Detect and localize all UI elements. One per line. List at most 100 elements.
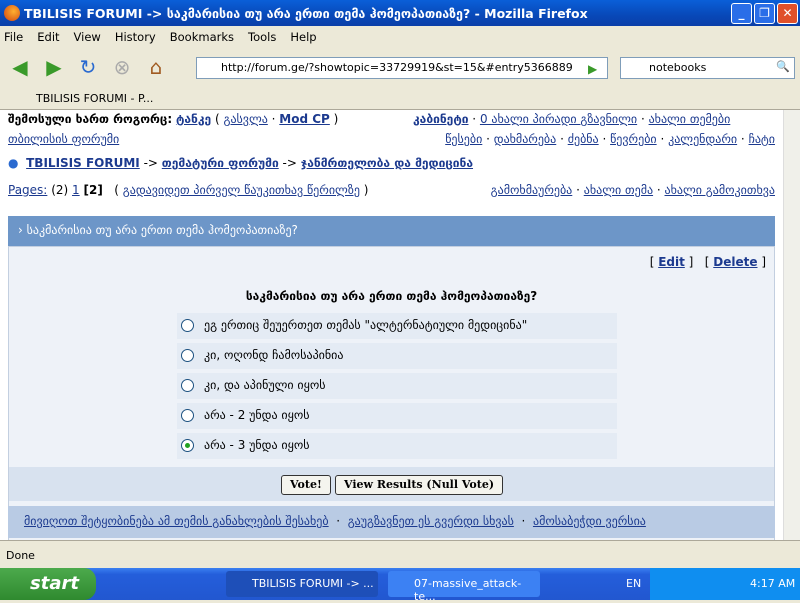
pm-link[interactable]: 0 ახალი პირადი გზავნილი xyxy=(480,112,637,126)
new-topic-link[interactable]: ახალი თემა xyxy=(584,183,653,197)
stop-icon[interactable]: ⊗ xyxy=(108,55,136,79)
pages-label[interactable]: Pages: xyxy=(8,183,47,197)
poll-question: საკმარისია თუ არა ერთი თემა ჰომეოპათიაზე… xyxy=(245,289,538,303)
calendar-link[interactable]: კალენდარი xyxy=(668,132,737,146)
modcp-link[interactable]: Mod CP xyxy=(279,112,330,126)
radio-button[interactable] xyxy=(181,349,194,362)
option-label: კი, ოღონდ ჩამოსაპინია xyxy=(204,348,344,362)
task-label: TBILISIS FORUMI -> ... xyxy=(252,577,374,590)
tab-forum[interactable]: TBILISIS FORUMI - P... xyxy=(36,92,153,105)
home-icon[interactable]: ⌂ xyxy=(142,55,170,79)
menu-file[interactable]: File xyxy=(4,30,23,44)
links-bar: თბილისის ფორუმი წესები · დახმარება · ძებ… xyxy=(8,132,775,146)
menu-bookmarks[interactable]: Bookmarks xyxy=(170,30,234,44)
search-link[interactable]: ძებნა xyxy=(568,132,599,146)
task-label: 07-massive_attack-te... xyxy=(414,577,522,603)
poll-option[interactable]: არა - 2 უნდა იყოს xyxy=(177,403,617,429)
forum-home-link[interactable]: თბილისის ფორუმი xyxy=(8,132,119,146)
language-indicator[interactable]: EN xyxy=(626,577,641,590)
task-firefox[interactable]: TBILISIS FORUMI -> ... xyxy=(226,571,378,597)
taskbar: start TBILISIS FORUMI -> ... 07-massive_… xyxy=(0,568,800,603)
new-topics-link[interactable]: ახალი თემები xyxy=(649,112,731,126)
tab-bar: TBILISIS FORUMI - P... xyxy=(0,88,800,110)
go-icon[interactable]: ▶ xyxy=(588,62,597,76)
forward-icon[interactable]: ▶ xyxy=(40,55,68,79)
poll-option[interactable]: ეგ ერთიც შეუერთეთ თემას "ალტერნატიული მე… xyxy=(177,313,617,339)
breadcrumb: ● TBILISIS FORUMI -> თემატური ფორუმი -> … xyxy=(8,156,474,170)
radio-button-selected[interactable] xyxy=(181,439,194,452)
delete-link[interactable]: Delete xyxy=(713,255,757,269)
window-title: TBILISIS FORUMI -> საკმარისია თუ არა ერთ… xyxy=(24,5,588,21)
pagination: Pages: (2) 1 [2] ( გადავიდეთ პირველ წაუკ… xyxy=(8,183,775,197)
breadcrumb-forum[interactable]: ჯანმრთელობა და მედიცინა xyxy=(301,156,473,170)
close-button[interactable]: ✕ xyxy=(777,3,798,24)
poll-option[interactable]: არა - 3 უნდა იყოს xyxy=(177,433,617,459)
option-label: ეგ ერთიც შეუერთეთ თემას "ალტერნატიული მე… xyxy=(204,318,528,332)
reload-icon[interactable]: ↻ xyxy=(74,55,102,79)
edit-link[interactable]: Edit xyxy=(658,255,685,269)
firefox-icon xyxy=(4,5,20,21)
breadcrumb-category[interactable]: თემატური ფორუმი xyxy=(162,156,279,170)
menu-help[interactable]: Help xyxy=(290,30,316,44)
send-page-link[interactable]: გაუგზავნეთ ეს გვერდი სხვას xyxy=(348,514,514,528)
url-input[interactable]: http://forum.ge/?showtopic=33729919&st=1… xyxy=(196,57,608,79)
page-content: შემოსული ხართ როგორც: ტანკე ( გასვლა · M… xyxy=(0,110,783,540)
nav-arrow-icon: ● xyxy=(8,156,19,170)
vertical-scrollbar[interactable] xyxy=(783,110,800,540)
help-link[interactable]: დახმარება xyxy=(494,132,557,146)
menu-history[interactable]: History xyxy=(115,30,156,44)
page-current: [2] xyxy=(83,183,103,197)
menu-bar: File Edit View History Bookmarks Tools H… xyxy=(0,26,800,48)
option-label: კი, და აპინული იყოს xyxy=(204,378,326,392)
pages-count: (2) xyxy=(51,183,69,197)
username-link[interactable]: ტანკე xyxy=(176,112,211,126)
task-media[interactable]: 07-massive_attack-te... xyxy=(388,571,540,603)
poll-actions: [ Edit ] [ Delete ] xyxy=(649,255,766,269)
menu-edit[interactable]: Edit xyxy=(37,30,59,44)
title-bar: TBILISIS FORUMI -> საკმარისია თუ არა ერთ… xyxy=(0,0,800,26)
radio-button[interactable] xyxy=(181,319,194,332)
menu-tools[interactable]: Tools xyxy=(248,30,276,44)
clock: 4:17 AM xyxy=(750,577,796,590)
navigation-toolbar: ◀ ▶ ↻ ⊗ ⌂ http://forum.ge/?showtopic=337… xyxy=(0,48,800,86)
status-text: Done xyxy=(6,549,35,562)
status-bar: Done xyxy=(0,540,800,568)
radio-button[interactable] xyxy=(181,409,194,422)
option-label: არა - 2 უნდა იყოს xyxy=(204,408,310,422)
poll-option[interactable]: კი, და აპინული იყოს xyxy=(177,373,617,399)
minimize-button[interactable]: _ xyxy=(731,3,752,24)
breadcrumb-root[interactable]: TBILISIS FORUMI xyxy=(26,156,140,170)
search-input[interactable]: notebooks 🔍 xyxy=(620,57,795,79)
view-results-button[interactable]: View Results (Null Vote) xyxy=(335,475,504,495)
topic-options-bar: მივიღოთ შეტყობინება ამ თემის განახლების … xyxy=(8,506,775,538)
poll-box: [ Edit ] [ Delete ] საკმარისია თუ არა ერ… xyxy=(8,246,775,540)
user-bar: შემოსული ხართ როგორც: ტანკე ( გასვლა · M… xyxy=(8,112,731,126)
cabinet-link[interactable]: კაბინეტი xyxy=(413,112,468,126)
reply-link[interactable]: გამოხმაურება xyxy=(491,183,573,197)
system-tray: 4:17 AM xyxy=(650,568,800,600)
radio-button[interactable] xyxy=(181,379,194,392)
maximize-button[interactable]: ❐ xyxy=(754,3,775,24)
vote-button[interactable]: Vote! xyxy=(281,475,331,495)
menu-view[interactable]: View xyxy=(74,30,101,44)
page-1-link[interactable]: 1 xyxy=(72,183,80,197)
members-link[interactable]: წევრები xyxy=(610,132,657,146)
topic-title: საკმარისია თუ არა ერთი თემა ჰომეოპათიაზე… xyxy=(26,223,298,237)
breadcrumb-sep: -> xyxy=(143,156,158,170)
logged-in-label: შემოსული ხართ როგორც: xyxy=(8,112,173,126)
search-icon[interactable]: 🔍 xyxy=(776,60,790,73)
url-text: http://forum.ge/?showtopic=33729919&st=1… xyxy=(221,61,573,74)
topic-title-bar: › საკმარისია თუ არა ერთი თემა ჰომეოპათია… xyxy=(8,216,775,246)
new-poll-link[interactable]: ახალი გამოკითხვა xyxy=(665,183,775,197)
chat-link[interactable]: ჩატი xyxy=(749,132,775,146)
search-text: notebooks xyxy=(649,61,707,74)
back-icon[interactable]: ◀ xyxy=(6,55,34,79)
print-version-link[interactable]: ამოსაბეჭდი ვერსია xyxy=(533,514,646,528)
option-label: არა - 3 უნდა იყოს xyxy=(204,438,310,452)
first-unread-link[interactable]: გადავიდეთ პირველ წაუკითხავ წერილზე xyxy=(123,183,360,197)
rules-link[interactable]: წესები xyxy=(445,132,482,146)
start-button[interactable]: start xyxy=(0,568,96,600)
subscribe-link[interactable]: მივიღოთ შეტყობინება ამ თემის განახლების … xyxy=(24,514,329,528)
logout-link[interactable]: გასვლა xyxy=(223,112,267,126)
poll-option[interactable]: კი, ოღონდ ჩამოსაპინია xyxy=(177,343,617,369)
